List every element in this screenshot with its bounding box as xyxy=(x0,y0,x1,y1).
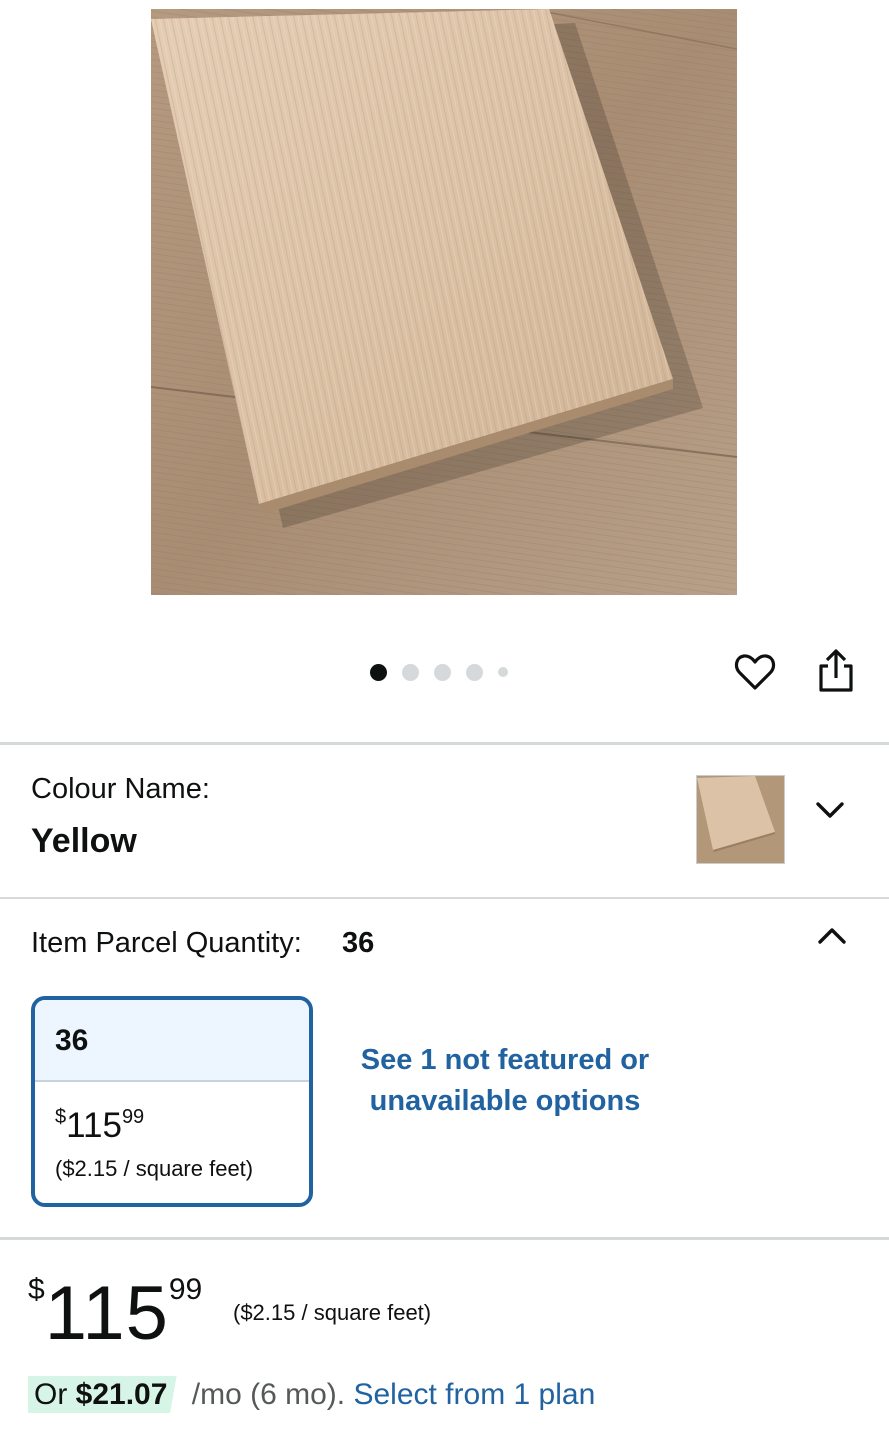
product-image[interactable] xyxy=(151,9,737,595)
section-divider xyxy=(0,897,889,899)
option-price: $11599 xyxy=(55,1106,144,1146)
installment-highlight: Or $21.07 xyxy=(28,1376,184,1413)
carousel-dot-5[interactable] xyxy=(498,667,508,677)
installment-plan: Or $21.07 /mo (6 mo). Select from 1 plan xyxy=(28,1376,595,1413)
section-divider xyxy=(0,1237,889,1240)
installment-term: /mo (6 mo). xyxy=(183,1378,354,1411)
price-whole: 115 xyxy=(44,1271,169,1356)
carousel-dot-2[interactable] xyxy=(402,663,419,681)
option-price-whole: 115 xyxy=(66,1106,122,1145)
quantity-value: 36 xyxy=(342,927,375,959)
chevron-up-icon[interactable] xyxy=(814,922,850,952)
option-price-symbol: $ xyxy=(55,1106,67,1128)
option-unit-price: ($2.15 / square feet) xyxy=(55,1156,254,1181)
image-carousel-indicator[interactable] xyxy=(370,662,523,682)
option-price-cents: 99 xyxy=(121,1106,145,1128)
select-plan-link[interactable]: Select from 1 plan xyxy=(353,1378,595,1411)
unit-price: ($2.15 / square feet) xyxy=(233,1300,432,1325)
colour-label: Colour Name: xyxy=(31,773,210,805)
quantity-option-selected[interactable]: 36 $11599 ($2.15 / square feet) xyxy=(31,996,313,1207)
option-name: 36 xyxy=(35,1000,309,1082)
colour-value: Yellow xyxy=(31,822,137,860)
carousel-dot-3[interactable] xyxy=(434,663,451,681)
colour-swatch[interactable] xyxy=(696,775,785,864)
quantity-label: Item Parcel Quantity: xyxy=(31,927,302,959)
chevron-down-icon[interactable] xyxy=(812,796,848,826)
main-price: $11599 xyxy=(28,1270,202,1357)
carousel-dot-1[interactable] xyxy=(370,663,387,681)
see-not-featured-options-link[interactable]: See 1 not featured or unavailable option… xyxy=(360,1040,650,1122)
heart-icon[interactable] xyxy=(733,650,777,694)
wood-plank-image xyxy=(151,9,737,595)
installment-prefix: Or xyxy=(34,1378,76,1411)
installment-amount: $21.07 xyxy=(75,1378,168,1411)
price-cents: 99 xyxy=(168,1273,203,1306)
price-symbol: $ xyxy=(28,1273,45,1306)
share-icon[interactable] xyxy=(813,648,859,694)
section-divider xyxy=(0,742,889,745)
carousel-dot-4[interactable] xyxy=(466,663,483,681)
